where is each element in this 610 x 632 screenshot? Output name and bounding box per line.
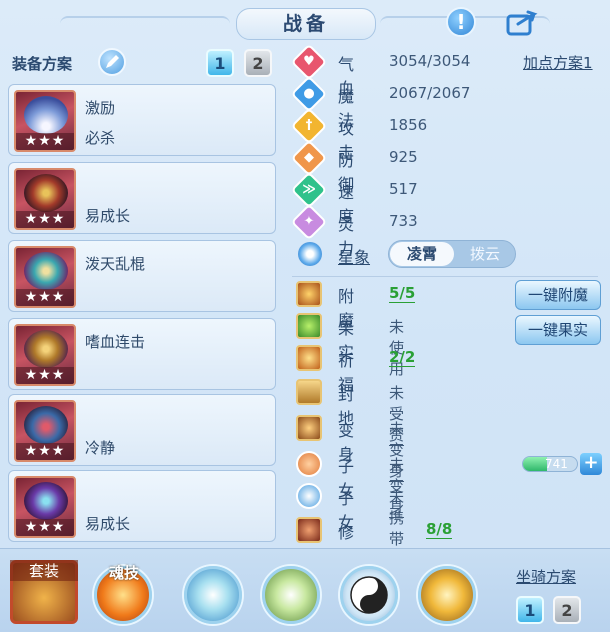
scroll-icon [296,379,322,405]
stat-value: 733 [389,212,418,230]
equipment-name: 嗜血连击 [85,333,146,351]
equipment-effect: 易成长 [85,207,131,225]
blade-skill-icon[interactable] [262,566,320,624]
boots-icon: ★★★ [14,476,76,538]
mount-plan-tab-1[interactable]: 1 [516,596,544,624]
star-rating: ★★★ [16,443,74,460]
equipment-slot-2[interactable]: ★★★ 易成长 [8,162,276,234]
star-rating: ★★★ [16,519,74,536]
constellation-label[interactable]: 星象 [338,244,370,268]
feature-value: 8/8 [426,520,453,539]
divider [292,276,598,277]
fist-skill-icon[interactable] [184,566,242,624]
stat-value: 1856 [389,116,428,134]
stat-value: 517 [389,180,418,198]
one-click-enchant-button[interactable]: 一键附魔 [515,280,601,310]
necklace-icon: ★★★ [14,246,76,308]
title-decoration-left [60,16,230,32]
equipment-slot-3[interactable]: ★★★ 泼天乱棍 [8,240,276,312]
soul-skill-label: 魂技 [108,564,139,582]
child-icon [296,451,322,477]
equipment-effect: 易成长 [85,515,131,533]
star-rating: ★★★ [16,133,74,150]
equipment-slot-6[interactable]: ★★★ 易成长 [8,470,276,542]
star-compass-icon [298,242,322,266]
stat-value: 3054/3054 [389,52,471,70]
blessing-icon [296,345,322,371]
star-rating: ★★★ [16,211,74,228]
equipment-effect: 必杀 [85,129,116,147]
feature-value: 5/5 [389,284,416,303]
child-progress-value: 741 [545,457,568,471]
transform-icon [296,415,322,441]
cultivation-icon [296,517,322,543]
edit-pen-icon[interactable] [98,48,126,76]
equipment-plan-label: 装备方案 [12,55,73,73]
feature-value: 2/2 [389,348,416,367]
star-rating: ★★★ [16,367,74,384]
constellation-option-lingxiao[interactable]: 凌霄 [390,242,454,266]
info-icon[interactable]: ! [446,7,476,37]
belt-icon: ★★★ [14,400,76,462]
paw-icon [296,483,322,509]
constellation-toggle[interactable]: 凌霄 拨云 [388,240,516,268]
add-point-plan-link[interactable]: 加点方案1 [523,52,593,73]
equipment-name: 泼天乱棍 [85,255,146,273]
add-plus-button[interactable]: + [580,453,602,475]
child-progress-bar: 741 [522,456,578,472]
star-rating: ★★★ [16,289,74,306]
constellation-option-boyun[interactable]: 拨云 [455,242,515,266]
feature-value[interactable]: 未携带 [389,486,405,550]
mount-plan-label[interactable]: 坐骑方案 [516,566,576,587]
child-progress-fill [523,457,548,471]
golden-weapon-skill-icon[interactable] [418,566,476,624]
costume-set-label: 套装 [10,560,78,581]
fruit-icon [296,313,322,339]
stat-value: 925 [389,148,418,166]
equipment-slot-5[interactable]: ★★★ 冷静 [8,394,276,466]
stat-value: 2067/2067 [389,84,471,102]
page-title: 战备 [236,8,376,40]
equipment-slot-1[interactable]: ★★★ 激励 必杀 [8,84,276,156]
equipment-effect: 冷静 [85,439,116,457]
mount-plan-tab-2[interactable]: 2 [553,596,581,624]
share-icon[interactable] [506,8,538,36]
equipment-plan-tab-1[interactable]: 1 [206,49,234,77]
enchant-icon [296,281,322,307]
one-click-fruit-button[interactable]: 一键果实 [515,315,601,345]
equipment-slot-4[interactable]: ★★★ 嗜血连击 [8,318,276,390]
equipment-name: 激励 [85,99,116,117]
chain-armor-icon: ★★★ [14,324,76,386]
constellation-row: 星象 凌霄 拨云 [296,240,536,268]
equipment-plan-tab-2[interactable]: 2 [244,49,272,77]
helmet-icon: ★★★ [14,168,76,230]
fan-weapon-icon: ★★★ [14,90,76,152]
taichi-skill-icon[interactable] [340,566,398,624]
